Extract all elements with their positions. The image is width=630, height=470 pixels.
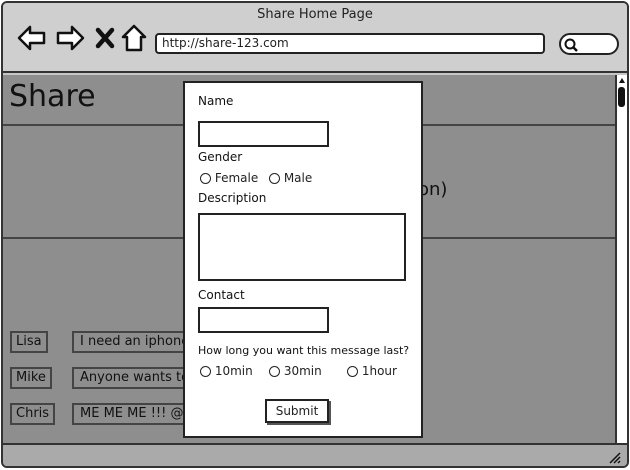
contact-label: Contact xyxy=(198,288,245,302)
duration-option-10min[interactable]: 10min xyxy=(200,364,253,378)
gender-option-male[interactable]: Male xyxy=(269,171,312,185)
gender-option-female[interactable]: Female xyxy=(200,171,258,185)
share-form-modal: Name Gender Female Male Description Cont… xyxy=(183,81,423,438)
radio-icon[interactable] xyxy=(269,366,280,377)
browser-window: Share Home Page http://share-123.com Sha… xyxy=(1,1,629,468)
radio-icon[interactable] xyxy=(269,173,280,184)
duration-label: How long you want this message last? xyxy=(198,344,410,357)
gender-label: Gender xyxy=(198,150,243,164)
horizontal-scrollbar[interactable] xyxy=(3,443,627,466)
gender-option-label: Male xyxy=(283,171,313,185)
duration-option-label: 1hour xyxy=(361,364,397,378)
vertical-scrollbar[interactable] xyxy=(615,75,627,443)
duration-option-1hour[interactable]: 1hour xyxy=(347,364,397,378)
search-icon xyxy=(564,38,578,52)
radio-icon[interactable] xyxy=(347,366,358,377)
submit-button[interactable]: Submit xyxy=(265,399,329,423)
address-bar[interactable]: http://share-123.com xyxy=(155,33,545,54)
arrow-left-icon[interactable] xyxy=(17,23,47,53)
message-author: Mike xyxy=(10,367,52,389)
browser-toolbar: Share Home Page http://share-123.com xyxy=(3,3,627,73)
name-label: Name xyxy=(198,94,234,108)
search-box[interactable] xyxy=(559,33,619,55)
page-title: Share xyxy=(9,79,96,114)
description-textarea[interactable] xyxy=(198,213,406,281)
scrollbar-thumb[interactable] xyxy=(618,87,625,107)
message-author: Chris xyxy=(10,403,56,425)
arrow-right-icon[interactable] xyxy=(55,23,85,53)
name-input[interactable] xyxy=(198,121,329,147)
radio-icon[interactable] xyxy=(200,366,211,377)
duration-option-label: 30min xyxy=(283,364,322,378)
scroll-up-icon[interactable] xyxy=(618,76,626,84)
home-icon[interactable] xyxy=(120,23,148,53)
description-label: Description xyxy=(198,191,267,205)
duration-option-30min[interactable]: 30min xyxy=(269,364,322,378)
message-author: Lisa xyxy=(10,331,48,353)
radio-icon[interactable] xyxy=(200,173,211,184)
resize-grip-icon[interactable] xyxy=(608,451,622,465)
contact-input[interactable] xyxy=(198,307,329,333)
gender-option-label: Female xyxy=(214,171,259,185)
close-icon[interactable] xyxy=(94,23,116,53)
window-title: Share Home Page xyxy=(257,7,373,22)
duration-option-label: 10min xyxy=(214,364,253,378)
